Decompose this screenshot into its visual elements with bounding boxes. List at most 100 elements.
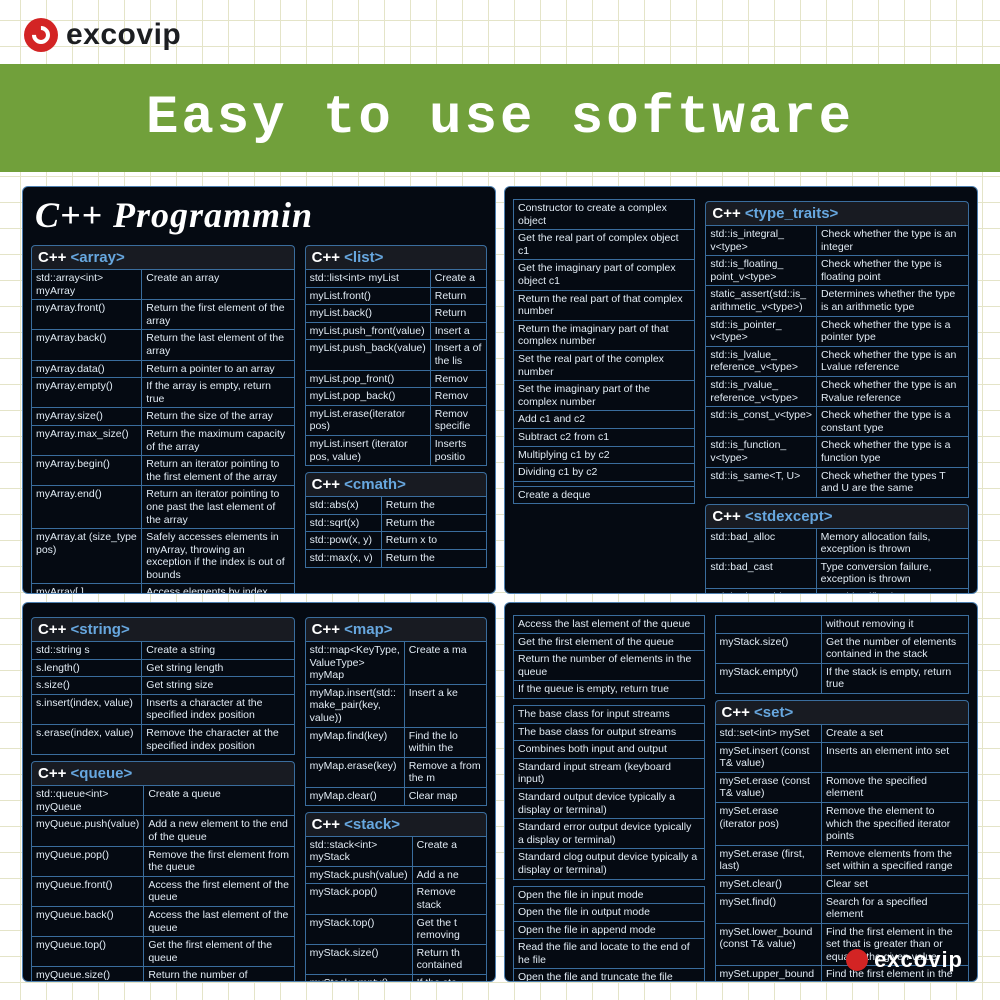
table-row: myStack.pop()Remove stack — [305, 884, 486, 914]
table-row: myQueue.pop()Remove the first element fr… — [32, 846, 295, 876]
sheet-title: C++ Programmin — [35, 197, 487, 233]
table-row: std::sqrt(x)Return the — [305, 514, 486, 532]
table-row: Access the last element of the queue — [514, 616, 705, 634]
table-row: myArray.begin()Return an iterator pointi… — [32, 456, 295, 486]
table-row: myQueue.size()Return the number of eleme… — [32, 967, 295, 982]
table-row: Add c1 and c2 — [514, 411, 695, 429]
table-row: The base class for input streams — [514, 705, 705, 723]
brand-logo-footer: excovip — [846, 947, 963, 973]
section-header-string: C++ <string> — [31, 617, 295, 641]
table-row: myList.push_back(value)Insert a of the l… — [305, 340, 486, 370]
table-row: Standard error output device typically a… — [514, 819, 705, 849]
section-header-cmath: C++ <cmath> — [305, 472, 487, 496]
table-row: std::is_floating_ point_v<type>Check whe… — [706, 256, 969, 286]
table-row: Get the first element of the queue — [514, 633, 705, 651]
table-complex: Constructor to create a complex object Ge… — [513, 199, 695, 504]
table-row: std::is_integral_ v<type>Check whether t… — [706, 226, 969, 256]
table-row: myArray.max_size()Return the maximum cap… — [32, 425, 295, 455]
table-row: myList.push_front(value)Insert a — [305, 322, 486, 340]
table-row: myQueue.push(value)Add a new element to … — [32, 816, 295, 846]
table-row: Combines both input and output — [514, 741, 705, 759]
table-row: myStack.push(value)Add a ne — [305, 866, 486, 884]
sheet-top-right: Constructor to create a complex object Ge… — [504, 186, 978, 594]
table-row: mySet.clear()Clear set — [715, 875, 968, 893]
table-row: myList.insert (iterator pos, value)Inser… — [305, 435, 486, 465]
table-row: Standard input stream (keyboard input) — [514, 758, 705, 788]
table-row: std::stack<int> myStackCreate a — [305, 836, 486, 866]
banner: Easy to use software — [0, 64, 1000, 172]
table-type-traits: std::is_integral_ v<type>Check whether t… — [705, 225, 969, 498]
table-row: s.insert(index, value)Inserts a characte… — [32, 694, 295, 724]
table-row: mySet.insert (const T& value)Inserts an … — [715, 742, 968, 772]
table-row: std::abs(x)Return the — [305, 497, 486, 515]
table-row: std::bad_allocMemory allocation fails, e… — [706, 528, 969, 558]
table-row: Return the imaginary part of that comple… — [514, 320, 695, 350]
table-row: s.length()Get string length — [32, 659, 295, 677]
sheet-bottom-left: C++ <string> std::string sCreate a strin… — [22, 602, 496, 982]
table-row: mySet.erase (const T& value)Romove the s… — [715, 772, 968, 802]
brand-mark-icon — [24, 18, 58, 52]
table-row: static_assert(std::is_ arithmetic_v<type… — [706, 286, 969, 316]
section-header-array: C++ <array> — [31, 245, 295, 269]
table-row: myMap.clear()Clear map — [305, 787, 486, 805]
table-row: myMap.find(key)Find the lo within the — [305, 727, 486, 757]
table-row: Set the imaginary part of the complex nu… — [514, 381, 695, 411]
section-header-type-traits: C++ <type_traits> — [705, 201, 969, 225]
table-row: s.erase(index, value)Remove the characte… — [32, 724, 295, 754]
table-list: std::list<int> myListCreate amyList.fron… — [305, 269, 487, 466]
brand-name-footer: excovip — [874, 947, 963, 973]
table-row: myArray.empty()If the array is empty, re… — [32, 378, 295, 408]
table-set: std::set<int> mySetCreate a setmySet.ins… — [715, 724, 969, 982]
table-row: myQueue.back()Access the last element of… — [32, 906, 295, 936]
section-header-set: C++ <set> — [715, 700, 969, 724]
table-row: Return the number of elements in the que… — [514, 651, 705, 681]
table-row: myStack.size()Return th contained — [305, 944, 486, 974]
table-row: myStack.top()Get the t removing — [305, 914, 486, 944]
table-row: myQueue.front()Access the first element … — [32, 876, 295, 906]
table-row: myArray.at (size_type pos)Safely accesse… — [32, 529, 295, 584]
table-row: The base class for output streams — [514, 723, 705, 741]
table-row: mySet.erase (first, last)Remove elements… — [715, 845, 968, 875]
table-row: Open the file and truncate the file — [514, 969, 705, 982]
table-row: myStack.empty()If the stack is empty, re… — [715, 663, 968, 693]
brand-name: excovip — [66, 18, 181, 52]
table-row: std::array<int> myArrayCreate an array — [32, 270, 295, 300]
section-header-map: C++ <map> — [305, 617, 487, 641]
table-row: myArray.back()Return the last element of… — [32, 330, 295, 360]
table-stack-ext: without removing itmyStack.size()Get the… — [715, 615, 969, 694]
table-fstream-ext: Open the file in input mode Open the file… — [513, 886, 705, 983]
table-row: myList.pop_back()Remov — [305, 388, 486, 406]
table-array: std::array<int> myArrayCreate an arraymy… — [31, 269, 295, 594]
table-row: Get the imaginary part of complex object… — [514, 260, 695, 290]
table-row: myMap.erase(key)Remove a from the m — [305, 757, 486, 787]
table-row: Dividing c1 by c2 — [514, 464, 695, 482]
table-row: mySet.find()Search for a specified eleme… — [715, 893, 968, 923]
cheat-sheets: C++ Programmin C++ <array> std::array<in… — [22, 186, 978, 984]
table-stack: std::stack<int> myStackCreate amyStack.p… — [305, 836, 487, 982]
table-row: myQueue.top()Get the first element of th… — [32, 937, 295, 967]
table-row: mySet.erase (iterator pos)Remove the ele… — [715, 802, 968, 845]
brand-mark-icon — [846, 949, 868, 971]
table-row: myList.front()Return — [305, 287, 486, 305]
table-row: Read the file and locate to the end of h… — [514, 939, 705, 969]
table-row: std::is_pointer_ v<type>Check whether th… — [706, 316, 969, 346]
table-row: std::max(x, v)Return the — [305, 549, 486, 567]
table-row: std::set<int> mySetCreate a set — [715, 724, 968, 742]
table-row: myArray.size()Return the size of the arr… — [32, 408, 295, 426]
table-row: std::is_lvalue_ reference_v<type>Check w… — [706, 346, 969, 376]
table-row: If the queue is empty, return true — [514, 681, 705, 699]
table-cmath: std::abs(x)Return thestd::sqrt(x)Return … — [305, 496, 487, 567]
table-stdexcept: std::bad_allocMemory allocation fails, e… — [705, 528, 969, 594]
table-row: myList.back()Return — [305, 305, 486, 323]
table-row: std::string sCreate a string — [32, 642, 295, 660]
table-row: myArray[ ]Access elements by index — [32, 584, 295, 594]
sheet-top-left: C++ Programmin C++ <array> std::array<in… — [22, 186, 496, 594]
sheet-bottom-right: Access the last element of the queueGet … — [504, 602, 978, 982]
table-row: std::list<int> myListCreate a — [305, 270, 486, 288]
table-row: std::is_function_ v<type>Check whether t… — [706, 437, 969, 467]
table-row: std::is_same<T, U>Check whether the type… — [706, 467, 969, 497]
table-row: Open the file in input mode — [514, 886, 705, 904]
banner-text: Easy to use software — [146, 88, 854, 149]
table-row: Constructor to create a complex object — [514, 200, 695, 230]
table-queue: std::queue<int> myQueueCreate a queuemyQ… — [31, 785, 295, 982]
